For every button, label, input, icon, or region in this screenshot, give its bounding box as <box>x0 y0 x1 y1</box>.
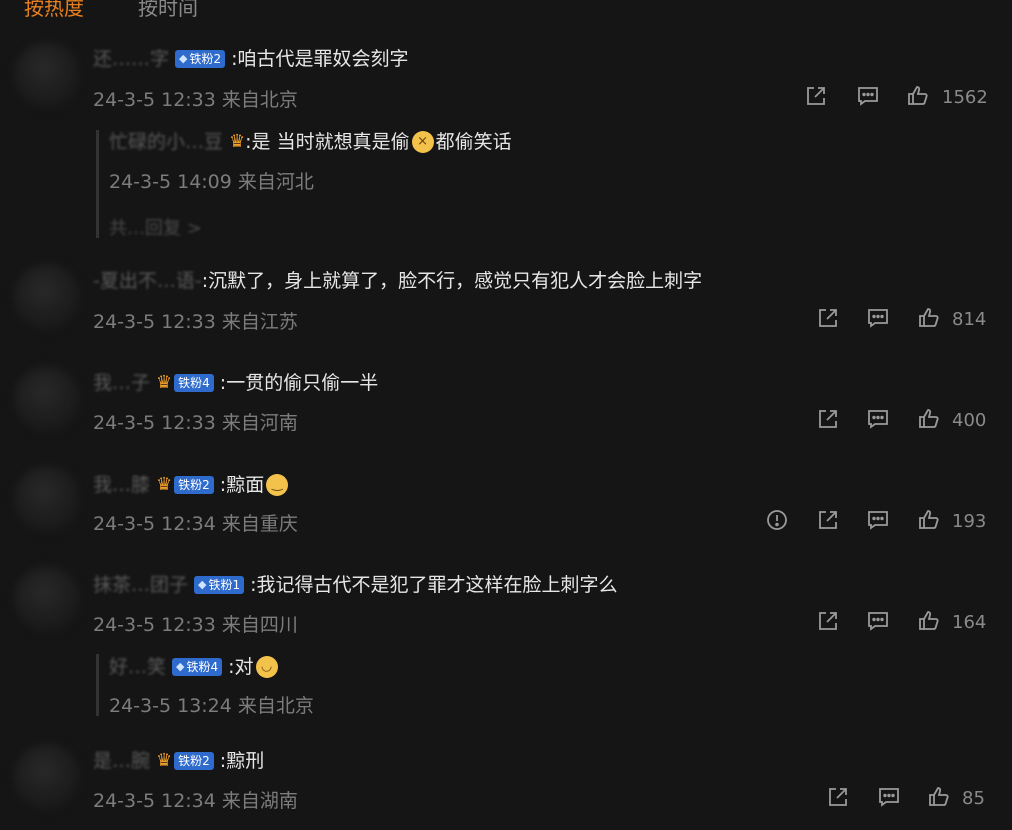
comment-text: :黥刑 <box>219 750 265 772</box>
comment-meta: 24-3-5 12:33 来自江苏 <box>93 311 298 333</box>
reply-divider <box>96 130 99 238</box>
fan-badge: ◆ 铁粉1 <box>194 576 245 594</box>
username[interactable]: 还……字 <box>93 46 169 72</box>
like-count: 814 <box>952 309 987 330</box>
comment-header: 我…膝 ♛ 铁粉2 :黥面 ‿ <box>93 472 290 498</box>
comment-icon[interactable] <box>865 406 891 432</box>
like-count: 85 <box>962 788 985 809</box>
smirk-emoji-icon: ‿ <box>266 474 289 496</box>
comment-meta: 24-3-5 12:34 来自重庆 <box>93 513 298 535</box>
report-icon[interactable] <box>764 507 790 533</box>
like-count: 193 <box>952 511 987 532</box>
share-icon[interactable] <box>815 305 841 331</box>
like-icon[interactable] <box>905 83 931 109</box>
share-icon[interactable] <box>815 608 841 634</box>
comment-header: 我…子 ♛ 铁粉4 :一贯的偷只偷一半 <box>93 370 378 396</box>
avatar[interactable] <box>14 466 80 532</box>
like-count: 1562 <box>942 87 988 108</box>
avatar[interactable] <box>14 744 80 810</box>
comment-text: :我记得古代不是犯了罪才这样在脸上刺字么 <box>250 574 618 596</box>
more-replies-link[interactable]: 共…回复 > <box>109 214 202 240</box>
reply-meta: 24-3-5 13:24 来自北京 <box>109 695 314 717</box>
crown-icon: ♛ <box>229 131 246 152</box>
like-icon[interactable] <box>916 608 942 634</box>
comment-meta: 24-3-5 12:33 来自北京 <box>93 89 298 111</box>
tired-emoji-icon: × <box>411 131 434 153</box>
comment-text: :一贯的偷只偷一半 <box>219 372 379 394</box>
like-icon[interactable] <box>916 507 942 533</box>
like-count: 164 <box>952 612 987 633</box>
reply-text-tail: 都偷笑话 <box>435 131 512 153</box>
tab-time[interactable]: 按时间 <box>138 0 198 21</box>
comment-icon[interactable] <box>865 507 891 533</box>
diamond-icon: ◆ <box>198 578 207 591</box>
share-icon[interactable] <box>825 784 851 810</box>
reply-text: :是 当时就想真是偷 <box>245 131 410 153</box>
crown-icon: ♛ <box>156 372 173 393</box>
reply-header: 忙碌的小…豆 ♛ :是 当时就想真是偷 × 都偷笑话 <box>109 129 512 155</box>
avatar[interactable] <box>14 566 80 632</box>
fan-badge: 铁粉4 <box>174 374 214 392</box>
share-icon[interactable] <box>815 507 841 533</box>
comment-icon[interactable] <box>865 608 891 634</box>
fan-badge: ◆ 铁粉4 <box>172 658 223 676</box>
comment-header: -夏出不…语- :沉默了，身上就算了，脸不行，感觉只有犯人才会脸上刺字 <box>93 268 702 294</box>
like-count: 400 <box>952 410 987 431</box>
comment-meta: 24-3-5 12:33 来自河南 <box>93 412 298 434</box>
fan-badge: 铁粉2 <box>174 476 214 494</box>
reply-header: 好…笑 ◆ 铁粉4 :对 ◡ <box>109 654 280 680</box>
reply-text: :对 <box>228 656 254 678</box>
comment-meta: 24-3-5 12:34 来自湖南 <box>93 790 298 812</box>
diamond-icon: ◆ <box>176 660 185 673</box>
tab-hot[interactable]: 按热度 <box>24 0 84 21</box>
comment-icon[interactable] <box>865 305 891 331</box>
crown-icon: ♛ <box>156 750 173 771</box>
username[interactable]: -夏出不…语- <box>93 268 202 294</box>
comment-text: :沉默了，身上就算了，脸不行，感觉只有犯人才会脸上刺字 <box>201 270 703 292</box>
smile-emoji-icon: ◡ <box>255 656 278 678</box>
crown-icon: ♛ <box>156 474 173 495</box>
username[interactable]: 抹茶…团子 <box>93 572 188 598</box>
reply-divider <box>96 654 99 716</box>
comment-header: 抹茶…团子 ◆ 铁粉1 :我记得古代不是犯了罪才这样在脸上刺字么 <box>93 572 618 598</box>
avatar[interactable] <box>14 42 80 108</box>
comment-header: 是…腕 ♛ 铁粉2 :黥刑 <box>93 748 264 774</box>
like-icon[interactable] <box>926 784 952 810</box>
avatar[interactable] <box>14 366 80 432</box>
reply-username[interactable]: 好…笑 <box>109 654 166 680</box>
like-icon[interactable] <box>916 406 942 432</box>
avatar[interactable] <box>14 264 80 330</box>
username[interactable]: 我…膝 <box>93 472 150 498</box>
reply-meta: 24-3-5 14:09 来自河北 <box>109 171 314 193</box>
like-icon[interactable] <box>916 305 942 331</box>
comment-header: 还……字 ◆ 铁粉2 :咱古代是罪奴会刻字 <box>93 46 409 72</box>
reply-username[interactable]: 忙碌的小…豆 <box>109 129 223 155</box>
comment-icon[interactable] <box>855 83 881 109</box>
username[interactable]: 是…腕 <box>93 748 150 774</box>
comment-text: :咱古代是罪奴会刻字 <box>231 48 409 70</box>
share-icon[interactable] <box>815 406 841 432</box>
username[interactable]: 我…子 <box>93 370 150 396</box>
comment-text: :黥面 <box>219 474 265 496</box>
comment-icon[interactable] <box>876 784 902 810</box>
comment-meta: 24-3-5 12:33 来自四川 <box>93 614 298 636</box>
share-icon[interactable] <box>803 83 829 109</box>
fan-badge: 铁粉2 <box>174 752 214 770</box>
diamond-icon: ◆ <box>179 52 188 65</box>
fan-badge: ◆ 铁粉2 <box>175 50 226 68</box>
